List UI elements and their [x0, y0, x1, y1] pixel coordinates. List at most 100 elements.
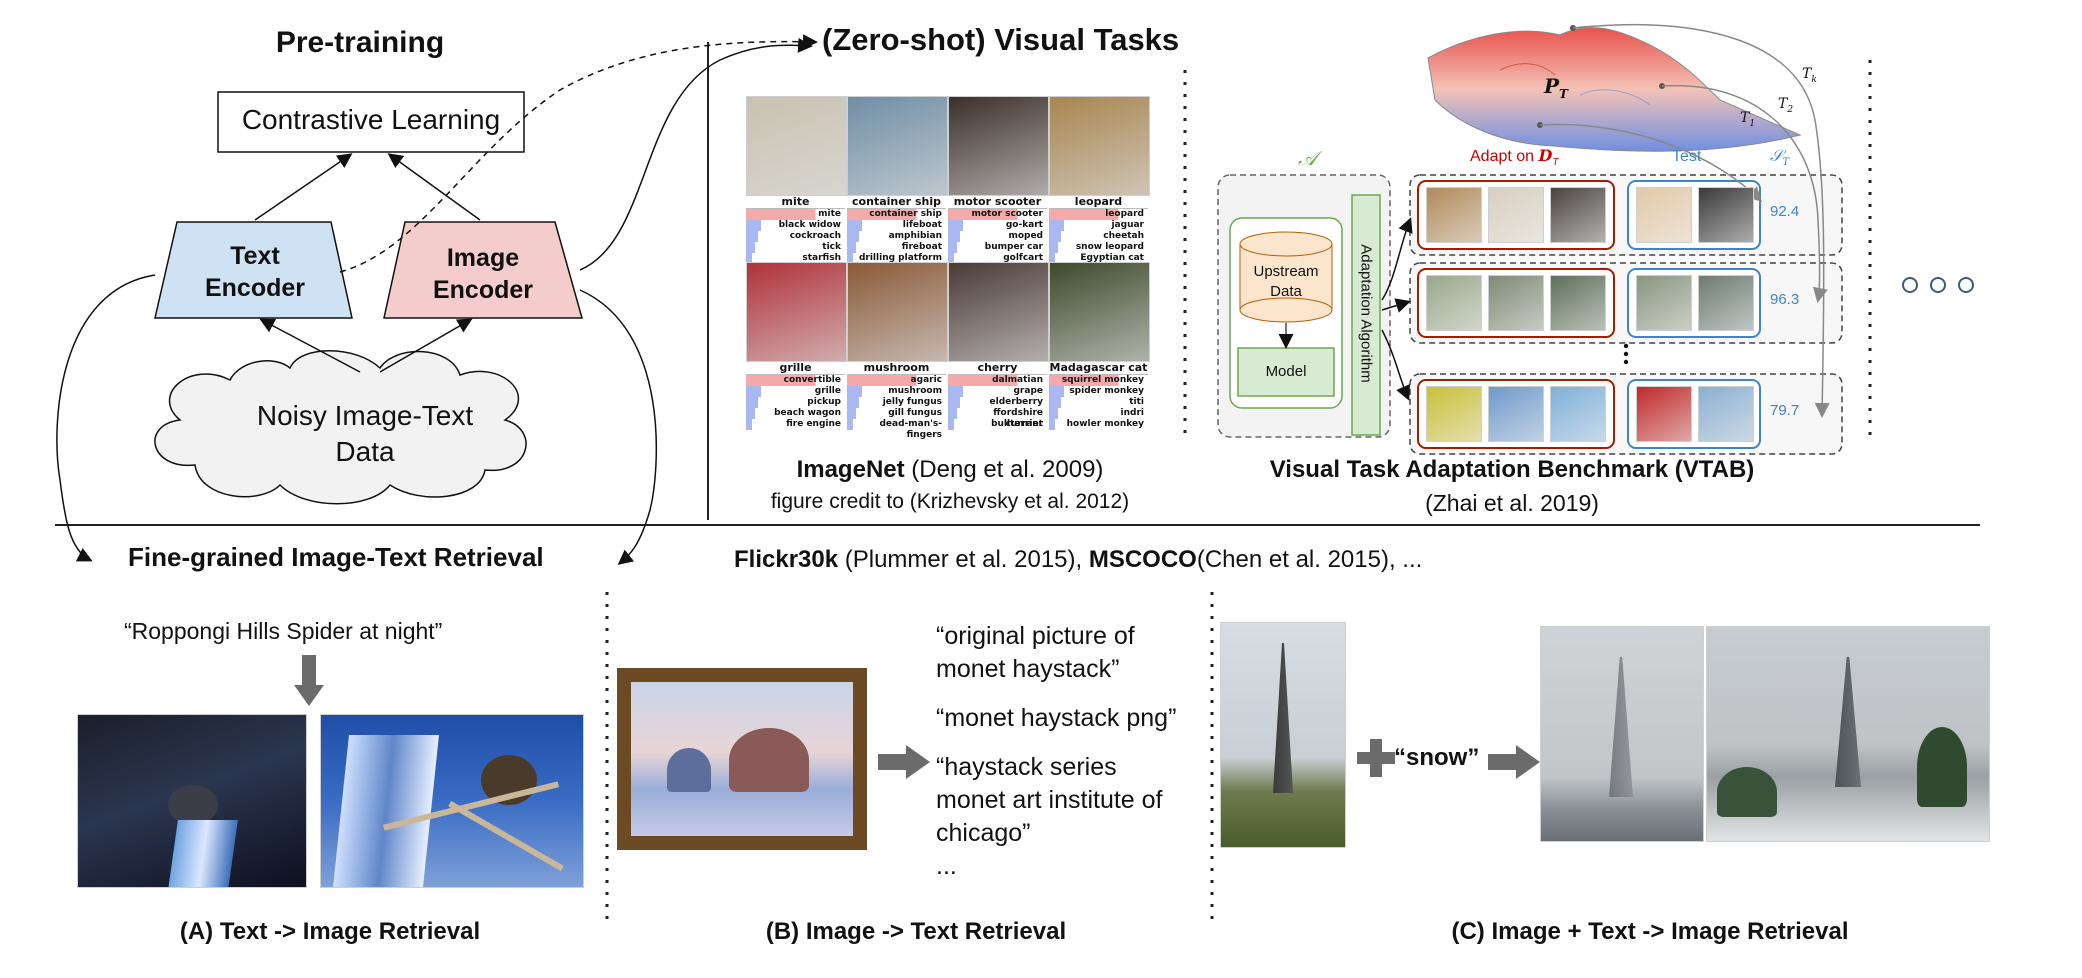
snow-open-quote: “ [1394, 744, 1406, 771]
upstream-line2: Data [1270, 283, 1302, 300]
adaptation-algorithm-label: Adaptation Algorithm [1357, 244, 1375, 383]
imagenet-prediction: titi [1049, 397, 1148, 408]
eiffel-tower-image [1220, 622, 1346, 848]
imagenet-prediction: beach wagon [746, 408, 845, 419]
task-k-T: T [1802, 66, 1812, 82]
imagenet-grid: mite mite black widow cockroach tick starfish… [746, 96, 1150, 440]
imagenet-prediction-list: dalmatiangrapeelderberryffordshire bullt… [948, 374, 1047, 430]
imagenet-prediction: squirrel monkey [1049, 375, 1148, 386]
imagenet-prediction: pickup [746, 397, 845, 408]
result-line-7: ... [936, 852, 957, 880]
result-line-6: chicago” [936, 819, 1031, 847]
imagenet-prediction-list: leopard jaguar cheetah snow leopard Egyptian… [1049, 208, 1148, 264]
imagenet-prediction-list: squirrel monkey spider monkey titi indri how… [1049, 374, 1148, 430]
imagenet-true-label: motor scooter [953, 195, 1042, 208]
noisy-data-line2: Data [335, 436, 395, 467]
upstream-line1: Upstream [1253, 263, 1319, 280]
mscoco-cite: (Chen et al. 2015), ... [1196, 546, 1423, 573]
text-encoder-line1: Text [230, 242, 280, 270]
spider-night-image-1 [77, 714, 307, 888]
imagenet-true-label: container ship [852, 195, 941, 208]
text-encoder: Text Encoder [160, 240, 350, 304]
imagenet-image-grid_bottom-0 [746, 262, 847, 362]
label-a: (A) Text -> Image Retrieval [179, 918, 481, 945]
imagenet-prediction: fireboat [847, 242, 946, 253]
imagenet-prediction: mite [746, 209, 845, 220]
imagenet-prediction: motor scooter [948, 209, 1047, 220]
task-2-T: T [1778, 96, 1788, 112]
snow-text: snow [1406, 744, 1468, 771]
imagenet-prediction: lifeboat [847, 220, 946, 231]
imagenet-prediction: bumper car [948, 242, 1047, 253]
snowy-eiffel-image-2 [1706, 626, 1990, 842]
snow-keyword: “snow” [1394, 744, 1479, 772]
imagenet-prediction-list: motor scooter go-kart moped bumper car golfc… [948, 208, 1047, 264]
imagenet-image-grid_bottom-2 [948, 262, 1049, 362]
task-label-k: Tk [1802, 66, 1817, 85]
vtab-thumbnail [1698, 275, 1754, 331]
imagenet-prediction: snow leopard [1049, 242, 1148, 253]
imagenet-true-label: mite [781, 195, 810, 208]
imagenet-image-grid_top-3 [1049, 96, 1150, 196]
imagenet-prediction: currant [948, 419, 1047, 430]
flickr-cite: (Plummer et al. 2015), [838, 546, 1089, 573]
imagenet-prediction: go-kart [948, 220, 1047, 231]
imagenet-caption: ImageNet (Deng et al. 2009) [740, 456, 1160, 484]
imagenet-prediction-list: container ship lifeboat amphibian fireboat d… [847, 208, 946, 264]
imagenet-prediction: grape [948, 386, 1047, 397]
score-sub: T [1782, 157, 1790, 169]
vtab-score: 79.7 [1770, 402, 1800, 419]
imagenet-true-label: grille [779, 361, 812, 374]
noisy-data-line1: Noisy Image-Text [256, 400, 474, 431]
imagenet-prediction: indri [1049, 408, 1148, 419]
contrastive-learning-label: Contrastive Learning [241, 104, 501, 135]
imagenet-caption-bold: ImageNet [796, 456, 905, 483]
imagenet-prediction-list: convertible grille pickup beach wagon fire e… [746, 374, 845, 430]
label-c: (C) Image + Text -> Image Retrieval [1451, 918, 1849, 945]
imagenet-prediction: cockroach [746, 231, 845, 242]
task-label-1: T1 [1740, 110, 1755, 129]
imagenet-prediction: tick [746, 242, 845, 253]
vtab-thumbnail [1698, 386, 1754, 442]
task-1-sub: 1 [1749, 118, 1756, 129]
task-distribution-surface [1427, 25, 1802, 152]
vtab-thumbnail [1636, 386, 1692, 442]
vtab-thumbnail [1488, 275, 1544, 331]
vtab-score: 96.3 [1770, 291, 1800, 308]
imagenet-prediction: black widow [746, 220, 845, 231]
vtab-thumbnail [1488, 386, 1544, 442]
imagenet-prediction-list: mite black widow cockroach tick starfish [746, 208, 845, 264]
noisy-data-cloud: Noisy Image-Text Data [220, 398, 510, 470]
imagenet-prediction: dalmatian [948, 375, 1047, 386]
retrieval-title: Fine-grained Image-Text Retrieval [128, 542, 544, 572]
imagenet-prediction: agaric [847, 375, 946, 386]
text-results: “original picture of monet haystack” “mo… [936, 620, 1176, 883]
imagenet-prediction-list: agaric mushroom jelly fungus gill fungus dea… [847, 374, 946, 440]
imagenet-prediction: moped [948, 231, 1047, 242]
imagenet-prediction: dead-man's-fingers [847, 419, 946, 440]
vtab-score: 92.4 [1770, 203, 1800, 220]
algorithm-symbol: 𝒜 [1298, 146, 1317, 170]
vtab-thumbnail [1488, 187, 1544, 243]
vtab-thumbnail [1426, 187, 1482, 243]
imagenet-image-grid_bottom-3 [1049, 262, 1150, 362]
imagenet-true-label: cherry [977, 361, 1018, 374]
result-line-5: monet art institute of [936, 786, 1163, 814]
imagenet-prediction: ffordshire bullterrier [948, 408, 1047, 429]
vtab-thumbnail [1426, 386, 1482, 442]
imagenet-image-grid_top-1 [847, 96, 948, 196]
imagenet-prediction: container ship [847, 209, 946, 220]
adapt-on-label: Adapt on DT [1470, 146, 1558, 168]
image-encoder: Image Encoder [388, 242, 578, 306]
task-1-T: T [1740, 110, 1750, 126]
adapt-on-symbol: D [1538, 146, 1553, 165]
image-encoder-line1: Image [446, 244, 520, 272]
mscoco-bold: MSCOCO [1088, 546, 1197, 573]
imagenet-prediction: howler monkey [1049, 419, 1148, 430]
task-label-2: T2 [1778, 96, 1793, 115]
retrieval-datasets: Flickr30k (Plummer et al. 2015), MSCOCO(… [734, 546, 1422, 574]
imagenet-true-label: leopard [1074, 195, 1123, 208]
imagenet-true-label: mushroom [863, 361, 930, 374]
distribution-label: PT [1544, 74, 1568, 101]
snowy-eiffel-image-1 [1540, 626, 1704, 842]
